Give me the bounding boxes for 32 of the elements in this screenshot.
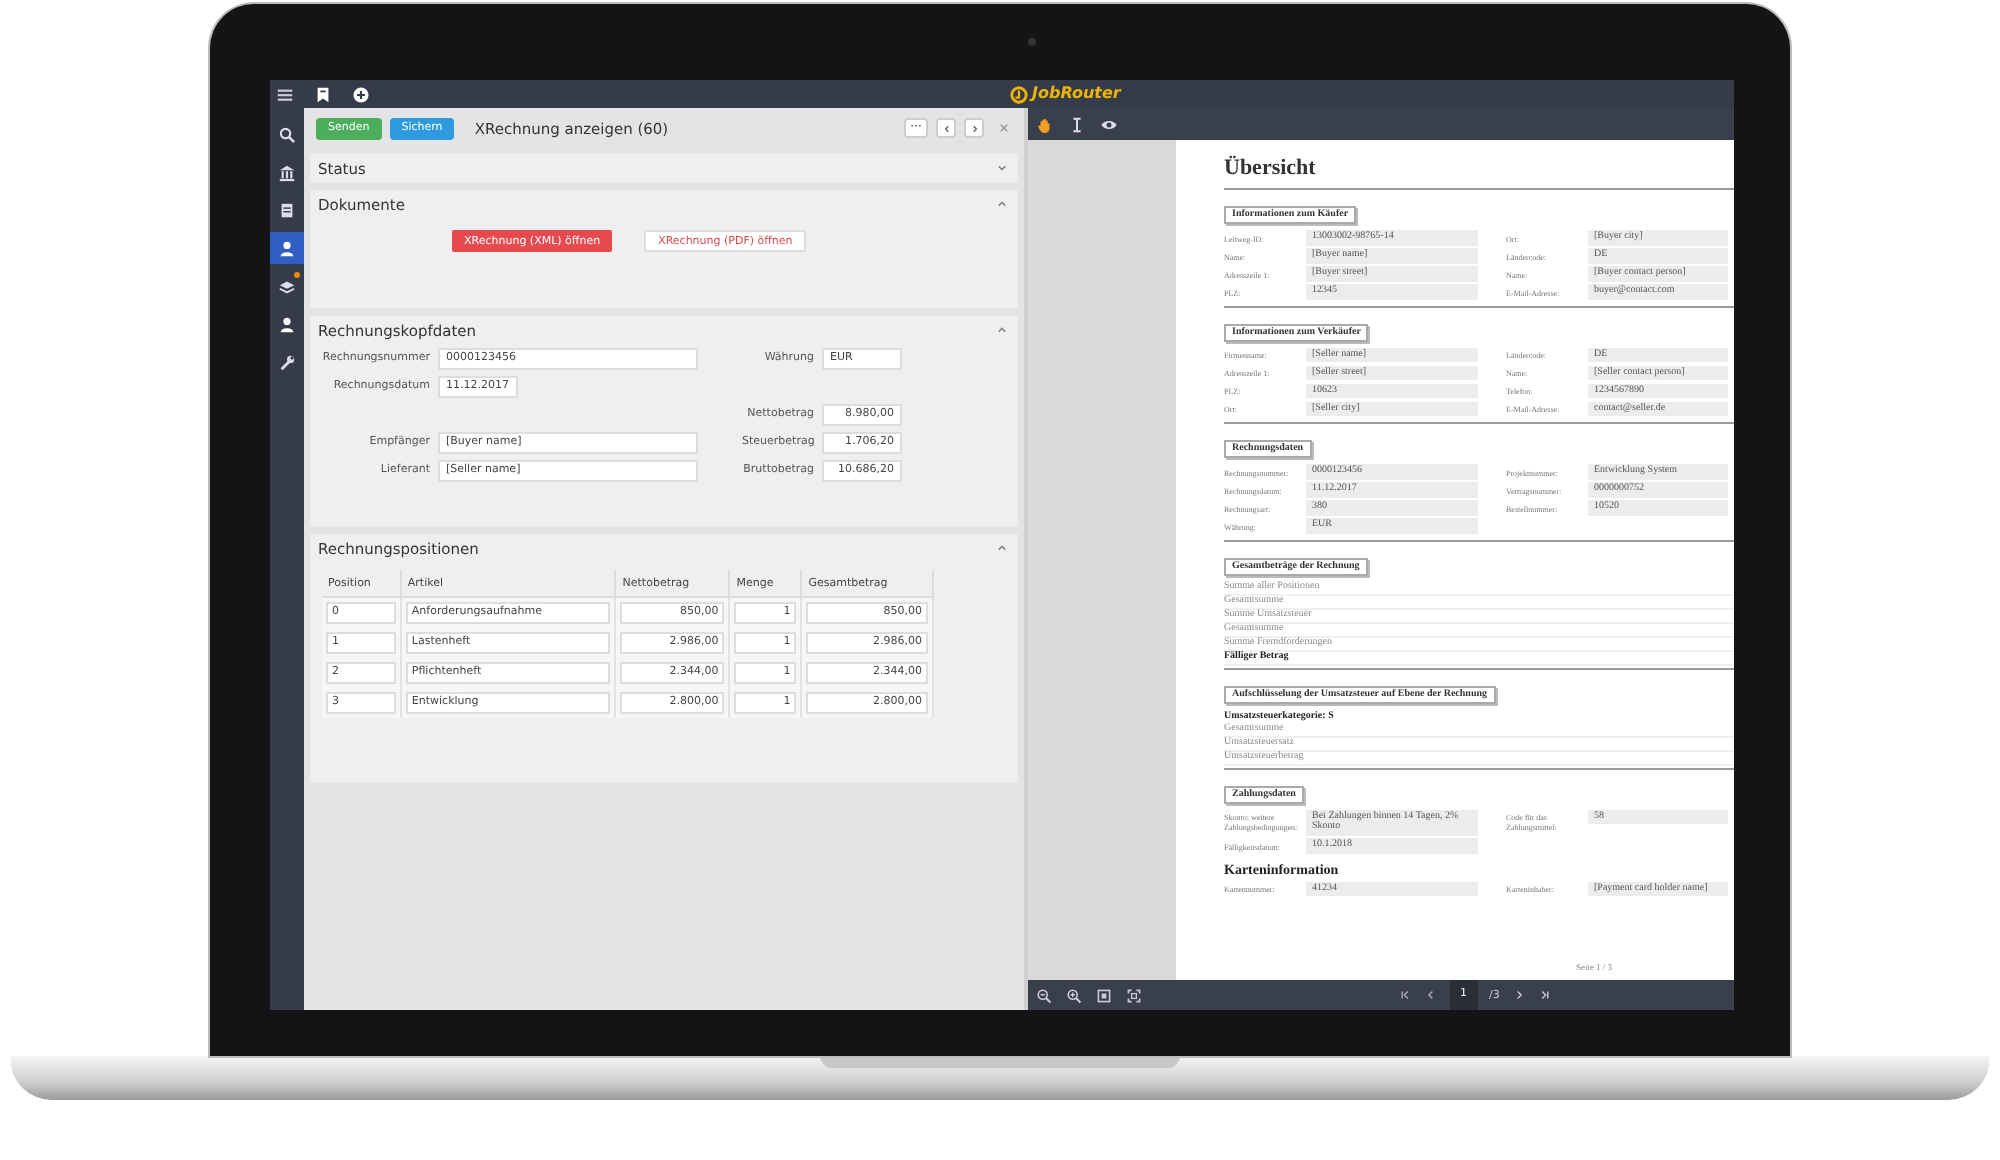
- hand-icon[interactable]: [1036, 115, 1054, 133]
- expand-icon[interactable]: [994, 160, 1010, 176]
- bookmark-icon[interactable]: [314, 85, 332, 103]
- zoom-out-icon[interactable]: [1036, 987, 1052, 1003]
- eye-icon[interactable]: [1100, 115, 1118, 133]
- zoom-in-icon[interactable]: [1066, 987, 1082, 1003]
- logo-icon: [1010, 85, 1028, 103]
- chevron-left-icon: [939, 121, 953, 135]
- page-title: Übersicht: [1224, 156, 1318, 180]
- previous-button[interactable]: [936, 118, 956, 138]
- previous-page-icon[interactable]: [1424, 988, 1438, 1002]
- wrench-icon: [278, 353, 296, 371]
- bank-icon: [278, 163, 296, 181]
- last-page-icon[interactable]: [1537, 988, 1552, 1002]
- layers-icon: [278, 277, 296, 295]
- text-cursor-icon[interactable]: [1068, 115, 1086, 133]
- document-icon: [278, 201, 296, 219]
- search-icon: [278, 125, 296, 143]
- user-icon: [278, 239, 296, 257]
- collapse-icon[interactable]: [994, 196, 1010, 212]
- sidebar-item[interactable]: [270, 232, 304, 264]
- brand-name: JobRouter: [1032, 84, 1121, 104]
- next-button[interactable]: [964, 118, 984, 138]
- first-page-icon[interactable]: [1398, 988, 1412, 1002]
- plus-icon[interactable]: [352, 85, 370, 103]
- fit-page-icon[interactable]: [1096, 987, 1112, 1003]
- collapse-icon[interactable]: [994, 322, 1010, 338]
- menu-icon[interactable]: [276, 85, 294, 103]
- chevron-right-icon: [967, 121, 981, 135]
- fullscreen-icon[interactable]: [1126, 987, 1142, 1003]
- user-icon: [278, 315, 296, 333]
- collapse-icon[interactable]: [994, 540, 1010, 556]
